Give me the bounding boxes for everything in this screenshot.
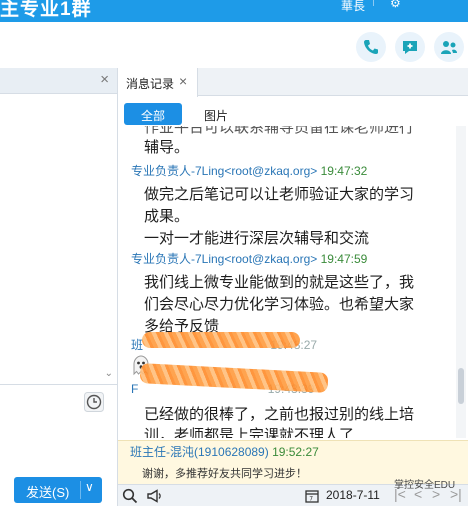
clock-icon[interactable] — [84, 392, 104, 412]
history-tabbar: 消息记录 × — [118, 68, 468, 97]
left-tab-header: × — [0, 68, 117, 94]
redaction-mark — [142, 332, 300, 348]
scrollbar-thumb[interactable] — [458, 368, 464, 404]
history-scrollbar[interactable] — [456, 126, 466, 438]
phone-icon — [364, 40, 378, 54]
message-text: 我们线上微专业能做到的就是这些了，我 — [144, 274, 415, 291]
search-icon[interactable] — [122, 488, 138, 504]
add-chat-icon — [403, 41, 417, 54]
close-icon[interactable]: × — [100, 71, 109, 88]
sender-name: 专业负责人-7Ling<root@zkaq.org> — [131, 164, 318, 178]
message-time: 19:47:59 — [320, 252, 368, 266]
filter-images-tab[interactable]: 图片 — [204, 107, 228, 124]
notice-sender-name: 班主任-混沌(1910628089) — [130, 445, 269, 459]
more-button[interactable] — [434, 32, 464, 62]
message-text: 做完之后笔记可以让老师验证大家的学习 — [144, 186, 415, 203]
chevron-down-icon[interactable]: ∨ — [85, 480, 94, 494]
tab-history[interactable]: 消息记录 × — [118, 68, 198, 97]
phone-button[interactable] — [356, 32, 386, 62]
message-sender: 专业负责人-7Ling<root@zkaq.org> 19:47:32 — [131, 162, 367, 179]
sender-name: 专业负责人-7Ling<root@zkaq.org> — [131, 252, 318, 266]
title-separator — [373, 0, 374, 6]
message-list: 作业平台可以联系辅导员留在课老师进行 辅导。 专业负责人-7Ling<root@… — [118, 126, 454, 438]
chat-header — [0, 22, 468, 68]
tab-history-label: 消息记录 — [126, 77, 175, 91]
close-icon[interactable]: × — [179, 73, 187, 89]
message-text: 成果。 — [144, 208, 190, 225]
message-sender: 专业负责人-7Ling<root@zkaq.org> 19:47:59 — [131, 250, 367, 267]
message-text: 一对一才能进行深层次辅导和交流 — [144, 230, 370, 247]
filter-all-button[interactable]: 全部 — [124, 103, 182, 125]
filter-all-label: 全部 — [141, 109, 166, 123]
history-date: 2018-7-11 — [326, 488, 380, 502]
title-bar: 主专业1群 華長 ⚙ — [0, 0, 468, 22]
history-panel: 消息记录 × 全部 图片 作业平台可以联系辅导员留在课老师进行 辅导。 专业负责… — [118, 68, 468, 506]
send-label: 发送(S) — [26, 485, 70, 500]
notice-sender: 班主任-混沌(1910628089) 19:52:27 — [130, 443, 319, 460]
send-button[interactable]: 发送(S) ∨ — [14, 477, 102, 503]
message-text: 已经做的很棒了，之前也报过别的线上培 — [144, 406, 415, 423]
gear-icon[interactable]: ⚙ — [390, 0, 401, 10]
message-text: 们会尽心尽力优化学习体验。也希望大家 — [144, 296, 415, 313]
add-chat-button[interactable] — [395, 32, 425, 62]
more-icon — [441, 41, 457, 54]
left-panel: × ⌄ 发送(S) ∨ — [0, 68, 118, 506]
notice-text: 谢谢，多推荐好友共同学习进步！ — [142, 468, 307, 480]
scroll-down-icon[interactable]: ⌄ — [105, 368, 113, 379]
notice-time: 19:52:27 — [272, 445, 319, 459]
calendar-icon[interactable]: 7 — [304, 488, 320, 504]
megaphone-icon[interactable] — [146, 488, 162, 504]
input-divider — [0, 384, 117, 385]
watermark-text: 掌控安全EDU — [394, 480, 456, 491]
message-time: 19:47:32 — [320, 164, 368, 178]
message-text: 辅导。 — [144, 139, 190, 156]
window-title: 主专业1群 — [0, 0, 92, 20]
send-separator — [80, 481, 81, 499]
menu-label[interactable]: 華長 — [341, 0, 365, 14]
svg-text:7: 7 — [309, 496, 313, 503]
message-text: 训，老师都是上完课就不理人了 — [144, 427, 355, 438]
sender-name: F — [131, 382, 139, 396]
